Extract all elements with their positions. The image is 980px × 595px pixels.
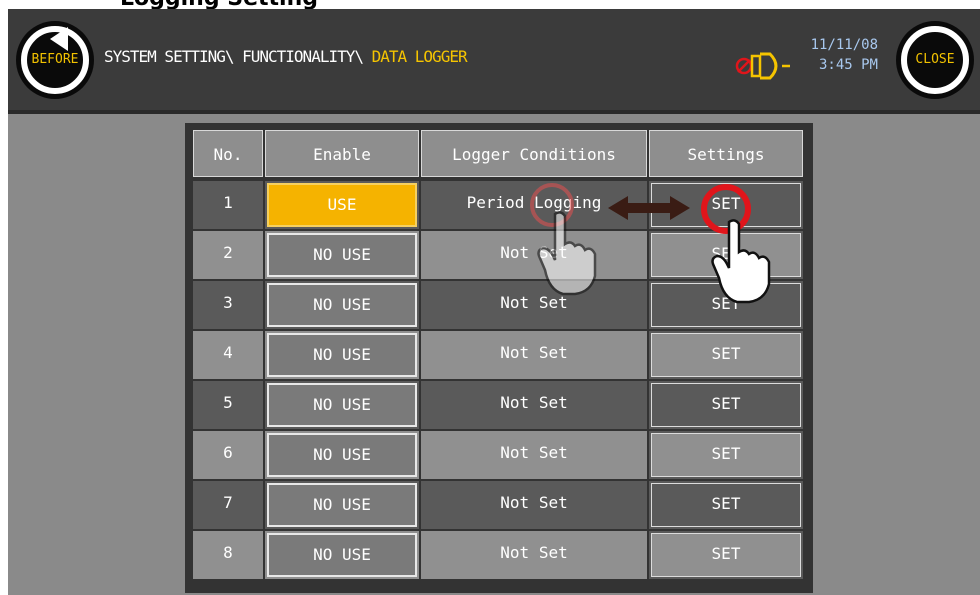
date-text: 11/11/08 xyxy=(810,37,878,53)
breadcrumb-current: DATA LOGGER xyxy=(371,47,468,66)
enable-toggle-button[interactable]: USE xyxy=(267,183,417,227)
enable-toggle-button[interactable]: NO USE xyxy=(267,333,417,377)
logger-condition: Not Set xyxy=(421,331,647,379)
breadcrumb-path: SYSTEM SETTING\ FUNCTIONALITY\ xyxy=(104,47,372,66)
hmi-screen: BEFORE SYSTEM SETTING\ FUNCTIONALITY\ DA… xyxy=(8,9,980,595)
set-button[interactable]: SET xyxy=(651,533,801,577)
table-row: 4 NO USE Not Set SET xyxy=(185,331,813,379)
close-button[interactable]: CLOSE xyxy=(896,21,974,99)
table-row: 7 NO USE Not Set SET xyxy=(185,481,813,529)
logger-condition: Not Set xyxy=(421,431,647,479)
row-number: 8 xyxy=(193,531,263,579)
table-row: 8 NO USE Not Set SET xyxy=(185,531,813,579)
logger-condition: Not Set xyxy=(421,531,647,579)
logger-condition: Not Set xyxy=(421,381,647,429)
alarm-muted-icon[interactable] xyxy=(730,42,794,82)
row-number: 1 xyxy=(193,181,263,229)
breadcrumb: SYSTEM SETTING\ FUNCTIONALITY\ DATA LOGG… xyxy=(104,47,468,66)
data-logger-table: No. Enable Logger Conditions Settings 1 USE Pe… xyxy=(185,123,813,593)
before-button[interactable]: BEFORE xyxy=(16,21,94,99)
no-header: No. xyxy=(193,130,263,177)
enable-header: Enable xyxy=(265,130,419,177)
settings-header: Settings xyxy=(649,130,803,177)
table-row: 1 USE Period Logging SET xyxy=(185,181,813,229)
row-number: 2 xyxy=(193,231,263,279)
row-number: 3 xyxy=(193,281,263,329)
logger-condition: Not Set xyxy=(421,231,647,279)
enable-toggle-button[interactable]: NO USE xyxy=(267,483,417,527)
time-text: 3:45 PM xyxy=(818,57,878,73)
table-row: 2 NO USE Not Set SET xyxy=(185,231,813,279)
row-number: 5 xyxy=(193,381,263,429)
table-row: 3 NO USE Not Set SET xyxy=(185,281,813,329)
logger-condition: Period Logging xyxy=(421,181,647,229)
enable-toggle-button[interactable]: NO USE xyxy=(267,233,417,277)
row-number: 4 xyxy=(193,331,263,379)
set-button[interactable]: SET xyxy=(651,283,801,327)
close-label: CLOSE xyxy=(915,52,955,67)
set-button[interactable]: SET xyxy=(651,183,801,227)
table-row: 6 NO USE Not Set SET xyxy=(185,431,813,479)
enable-toggle-button[interactable]: NO USE xyxy=(267,283,417,327)
set-button[interactable]: SET xyxy=(651,433,801,477)
enable-toggle-button[interactable]: NO USE xyxy=(267,383,417,427)
enable-toggle-button[interactable]: NO USE xyxy=(267,433,417,477)
before-label: BEFORE xyxy=(31,52,79,67)
table-row: 5 NO USE Not Set SET xyxy=(185,381,813,429)
logger-condition: Not Set xyxy=(421,281,647,329)
set-button[interactable]: SET xyxy=(651,483,801,527)
set-button[interactable]: SET xyxy=(651,333,801,377)
row-number: 7 xyxy=(193,481,263,529)
enable-toggle-button[interactable]: NO USE xyxy=(267,533,417,577)
row-number: 6 xyxy=(193,431,263,479)
logger-condition: Not Set xyxy=(421,481,647,529)
set-button[interactable]: SET xyxy=(651,383,801,427)
set-button[interactable]: SET xyxy=(651,233,801,277)
title-bar: BEFORE SYSTEM SETTING\ FUNCTIONALITY\ DA… xyxy=(8,9,980,114)
datetime-display: 11/11/08 3:45 PM xyxy=(798,35,878,75)
logger-conditions-header: Logger Conditions xyxy=(421,130,647,177)
